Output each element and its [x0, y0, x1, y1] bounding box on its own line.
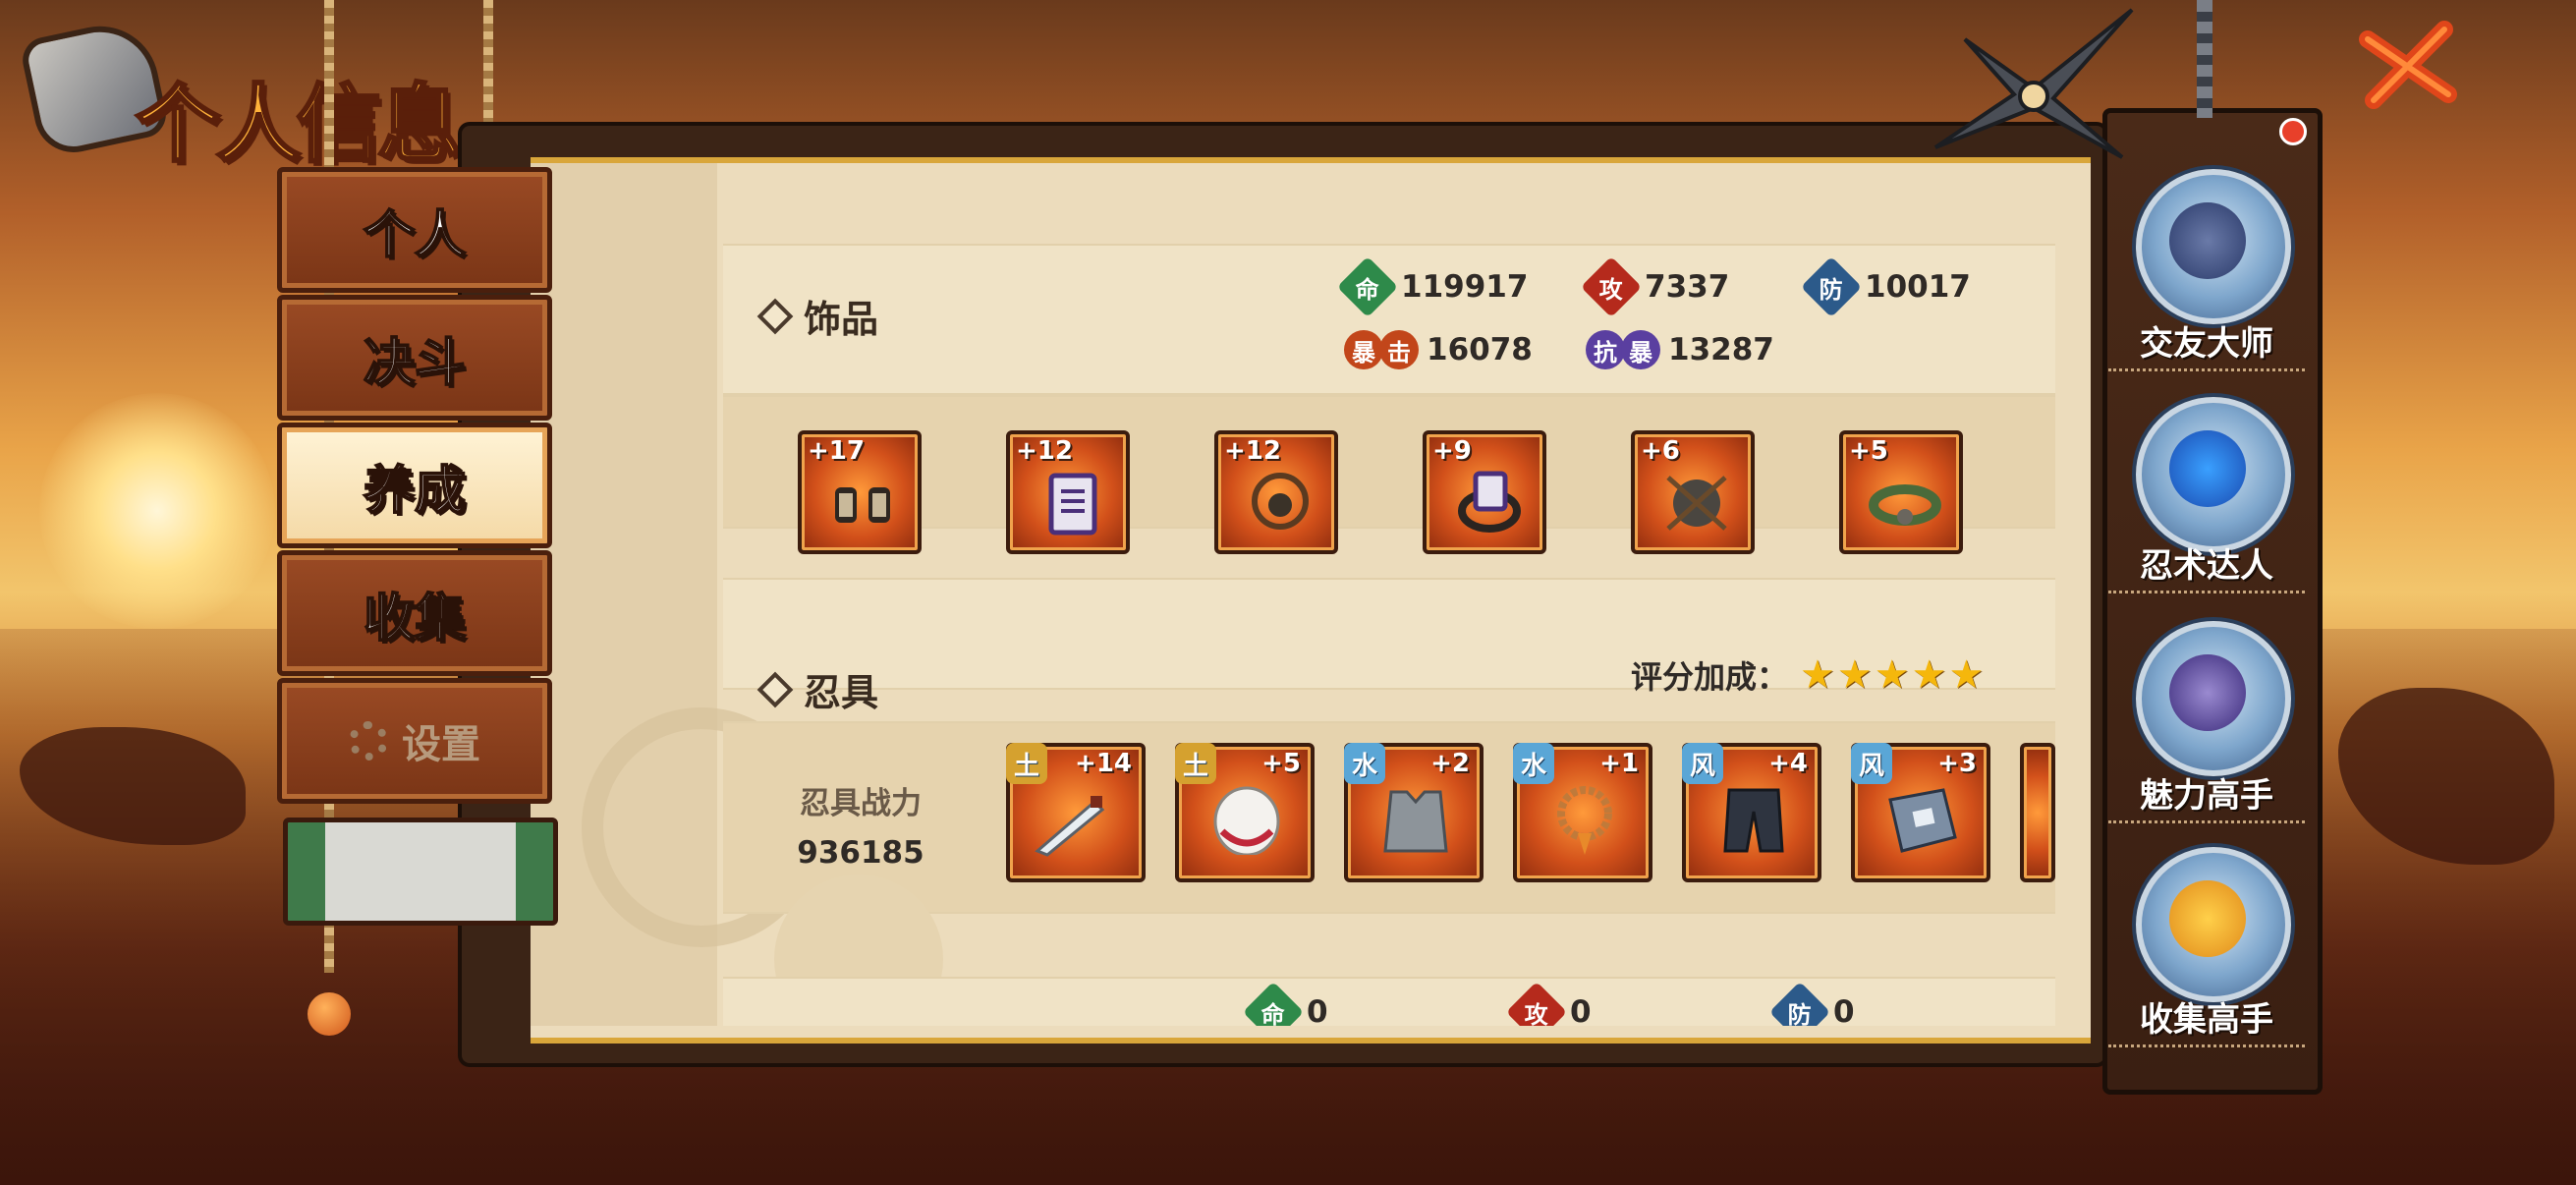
- scroll-end-decoration: [283, 818, 558, 926]
- water-element-icon: 水: [1344, 743, 1385, 784]
- defense-icon: 防: [1800, 255, 1863, 318]
- scroll-tag-icon: [1048, 473, 1097, 536]
- ninja-tool-slot[interactable]: 风 +4: [1682, 743, 1821, 882]
- stat-hp-value: 119917: [1401, 269, 1529, 305]
- earth-element-icon: 土: [1175, 743, 1216, 784]
- ninja-tools-title: 忍具: [804, 670, 879, 714]
- prayer-beads-icon: [1557, 786, 1612, 855]
- earth-element-icon: 土: [1006, 743, 1047, 784]
- star-icon: ★: [1800, 652, 1835, 698]
- ninja-avatar-icon: [2169, 202, 2246, 279]
- diamond-icon: [756, 298, 794, 334]
- necklace-icon: [1252, 473, 1309, 530]
- ninja-girl-avatar-icon: [2169, 654, 2246, 731]
- achievement-badge[interactable]: [2136, 847, 2291, 1002]
- ninja-tools-power-value: 936185: [797, 835, 924, 871]
- stat-atk-value: 7337: [1645, 269, 1730, 305]
- crit-icon: 暴击: [1344, 330, 1419, 369]
- tab-collection[interactable]: 收集: [277, 550, 552, 676]
- stat-atk: 攻 0: [1505, 981, 1592, 1026]
- accessory-slot[interactable]: +12: [1006, 430, 1130, 554]
- water-element-icon: 水: [1513, 743, 1554, 784]
- achievement-label: 收集高手: [2108, 992, 2305, 1047]
- ninja-tool-slot[interactable]: 水 +2: [1344, 743, 1484, 882]
- gear-icon: [349, 721, 388, 761]
- stat-def: 防 0: [1768, 981, 1855, 1026]
- chain: [2197, 0, 2212, 118]
- ninja-tools-header: 忍具: [756, 662, 1037, 716]
- crit-resist-icon: 抗暴: [1586, 330, 1660, 369]
- stone-amulet-icon: [1666, 476, 1727, 531]
- stat-crit-value: 16078: [1427, 332, 1533, 367]
- sunset-sun: [39, 393, 275, 629]
- shuriken-icon: [1933, 8, 2134, 159]
- stat-hp: 命 119917: [1336, 255, 1529, 318]
- rope-bell-icon: [308, 992, 351, 1036]
- rating-bonus-label: 评分加成：: [1631, 658, 1789, 696]
- tab-settings[interactable]: 设置: [277, 678, 552, 804]
- stat-atk-value: 0: [1570, 994, 1592, 1026]
- third-section-band: [723, 977, 2055, 1026]
- accessory-slot[interactable]: +17: [798, 430, 922, 554]
- rating-bonus: 评分加成： ★ ★ ★ ★ ★: [1631, 652, 1984, 698]
- stat-def-value: 10017: [1865, 269, 1971, 305]
- achievement-badge[interactable]: [2136, 169, 2291, 324]
- star-icon: ★: [1948, 652, 1985, 698]
- achievement-label: 魅力高手: [2108, 768, 2305, 823]
- leaf-emblem-icon: [2169, 430, 2246, 507]
- star-icon: ★: [1836, 652, 1873, 698]
- ninja-tool-slot[interactable]: 水 +1: [1513, 743, 1652, 882]
- tab-personal[interactable]: 个人: [277, 167, 552, 293]
- ninja-tool-slot[interactable]: 土 +14: [1006, 743, 1146, 882]
- flak-vest-icon: [1383, 790, 1448, 853]
- page-header: 个人信息: [18, 15, 472, 176]
- stat-def: 防 10017: [1800, 255, 1971, 318]
- tab-cultivation[interactable]: 养成: [277, 423, 552, 548]
- ninja-tool-slot-partial[interactable]: [2020, 743, 2055, 882]
- stat-hp: 命 0: [1242, 981, 1328, 1026]
- stat-crit: 暴击 16078: [1344, 330, 1533, 369]
- stat-hp-value: 0: [1307, 994, 1328, 1026]
- stat-def-value: 0: [1833, 994, 1855, 1026]
- star-icon: ★: [1911, 652, 1947, 698]
- close-icon[interactable]: [2354, 10, 2462, 118]
- accessory-slot[interactable]: +5: [1839, 430, 1963, 554]
- bracelet-icon: [1458, 471, 1521, 533]
- page-title: 个人信息: [135, 74, 464, 176]
- stat-atk: 攻 7337: [1580, 255, 1730, 318]
- accessories-title: 饰品: [804, 297, 879, 341]
- belt-icon: [1869, 484, 1941, 526]
- wind-element-icon: 风: [1851, 743, 1892, 784]
- accessory-slot[interactable]: +12: [1214, 430, 1338, 554]
- hp-icon: 命: [1336, 255, 1399, 318]
- ninja-tool-slot[interactable]: 土 +5: [1175, 743, 1315, 882]
- accessories-header: 饰品: [756, 289, 1037, 343]
- stat-crit-res-value: 13287: [1668, 332, 1774, 367]
- ninja-tools-power-label: 忍具战力: [800, 786, 922, 821]
- achievement-badge[interactable]: [2136, 397, 2291, 552]
- stat-crit-res: 抗暴 13287: [1586, 330, 1774, 369]
- sword-icon: [1035, 796, 1105, 857]
- tab-duel[interactable]: 决斗: [277, 295, 552, 421]
- achievement-label: 忍术达人: [2108, 538, 2305, 593]
- naruto-avatar-icon: [2169, 880, 2246, 957]
- pants-icon: [1723, 788, 1784, 853]
- wind-element-icon: 风: [1682, 743, 1723, 784]
- panel-content[interactable]: 饰品 命 119917 攻 7337 防 10017 暴击 16078 抗暴 1…: [723, 163, 2055, 1026]
- anbu-mask-icon: [1213, 786, 1280, 855]
- book-icon: [1888, 788, 1957, 853]
- achievement-badge[interactable]: [2136, 621, 2291, 776]
- achievement-label: 交友大师: [2108, 316, 2305, 371]
- accessory-slot[interactable]: +9: [1423, 430, 1546, 554]
- notification-dot: [2279, 118, 2307, 145]
- ninja-tool-slot[interactable]: 风 +3: [1851, 743, 1990, 882]
- attack-icon: 攻: [1580, 255, 1643, 318]
- star-icon: ★: [1874, 652, 1910, 698]
- accessory-slot[interactable]: +6: [1631, 430, 1755, 554]
- armguard-icon: [835, 487, 890, 523]
- diamond-icon: [756, 671, 794, 707]
